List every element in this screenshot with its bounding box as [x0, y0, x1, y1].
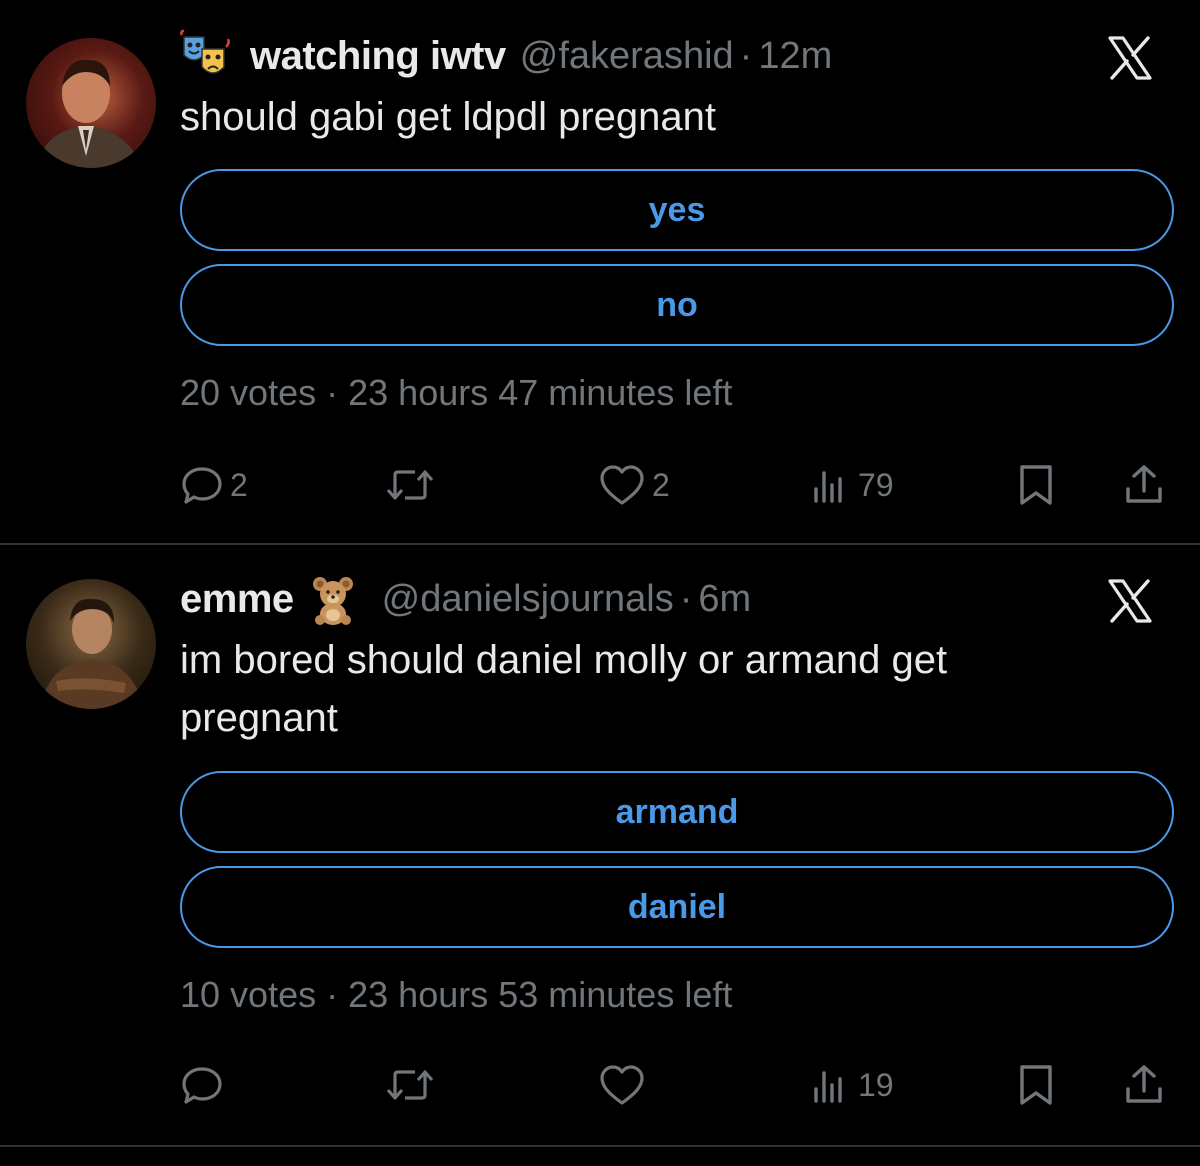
views-button[interactable]: 19	[808, 1055, 894, 1115]
tweet[interactable]: emme @danielsjournals · 6m im bored shou…	[0, 547, 1200, 1147]
view-count: 79	[858, 466, 894, 503]
x-logo-icon	[1108, 36, 1152, 80]
tweet-text: im bored should daniel molly or armand g…	[180, 638, 948, 740]
tweet[interactable]: watching iwtv @fakerashid · 12m should g…	[0, 0, 1200, 545]
views-button[interactable]: 79	[808, 455, 894, 515]
like-button[interactable]	[598, 1055, 652, 1115]
bookmark-button[interactable]	[1014, 455, 1058, 515]
poll-meta: 20 votes · 23 hours 47 minutes left	[180, 372, 732, 414]
repost-button[interactable]	[383, 1055, 443, 1115]
separator: ·	[739, 34, 753, 77]
reply-icon	[182, 467, 222, 504]
tweet-header: watching iwtv @fakerashid · 12m	[180, 26, 832, 86]
share-icon	[1126, 465, 1162, 503]
action-bar: 2 2 79	[180, 455, 1170, 515]
vote-count: 10 votes	[180, 974, 317, 1015]
tweet-header: emme @danielsjournals · 6m	[180, 569, 751, 629]
handle[interactable]: @fakerashid	[520, 35, 734, 78]
handle[interactable]: @danielsjournals	[382, 578, 674, 621]
reply-count: 2	[230, 466, 248, 503]
repost-icon	[386, 1070, 434, 1100]
poll-option[interactable]: daniel	[180, 866, 1174, 948]
repost-icon	[386, 470, 434, 500]
bookmark-button[interactable]	[1014, 1055, 1058, 1115]
tweet-text: should gabi get ldpdl pregnant	[180, 95, 716, 139]
reply-icon	[182, 1067, 222, 1104]
separator: ·	[326, 974, 339, 1015]
avatar-image	[40, 598, 144, 709]
separator: ·	[326, 372, 339, 413]
share-icon	[1126, 1065, 1162, 1103]
like-button[interactable]: 2	[598, 455, 670, 515]
share-button[interactable]	[1122, 1055, 1166, 1115]
analytics-icon	[814, 1071, 842, 1103]
x-logo-icon	[1108, 579, 1152, 623]
analytics-icon	[814, 471, 842, 503]
poll-meta: 10 votes · 23 hours 53 minutes left	[180, 974, 732, 1016]
avatar[interactable]	[26, 38, 156, 168]
share-button[interactable]	[1122, 455, 1166, 515]
like-count: 2	[652, 466, 670, 503]
view-count: 19	[858, 1066, 894, 1103]
separator: ·	[679, 577, 693, 620]
reply-button[interactable]: 2	[180, 455, 248, 515]
action-bar: 19	[180, 1055, 1170, 1115]
repost-button[interactable]	[383, 455, 443, 515]
poll-option[interactable]: yes	[180, 169, 1174, 251]
poll-time-left: 23 hours 47 minutes left	[348, 372, 733, 413]
timestamp[interactable]: 12m	[758, 35, 832, 78]
poll-time-left: 23 hours 53 minutes left	[348, 974, 733, 1015]
reply-button[interactable]	[180, 1055, 230, 1115]
bookmark-icon	[1020, 465, 1052, 505]
avatar[interactable]	[26, 579, 156, 709]
display-name[interactable]: watching iwtv	[250, 34, 506, 79]
teddy-bear-emoji	[306, 572, 360, 626]
performing-arts-emoji	[178, 29, 232, 83]
bookmark-icon	[1020, 1065, 1052, 1105]
timestamp[interactable]: 6m	[698, 578, 751, 621]
heart-icon	[600, 465, 644, 505]
display-name[interactable]: emme	[180, 577, 294, 622]
vote-count: 20 votes	[180, 372, 317, 413]
poll-option[interactable]: no	[180, 264, 1174, 346]
heart-icon	[600, 1065, 644, 1105]
poll-option[interactable]: armand	[180, 771, 1174, 853]
avatar-image	[36, 59, 142, 168]
